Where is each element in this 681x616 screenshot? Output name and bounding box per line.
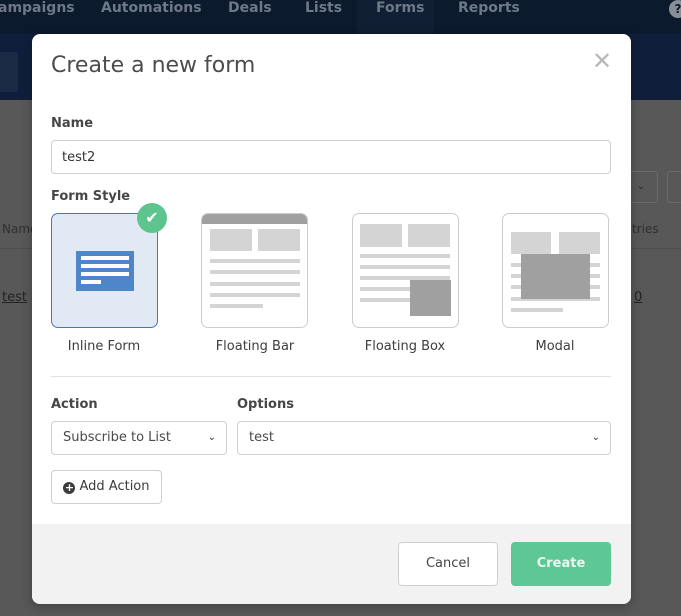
top-nav: ampaigns Automations Deals Lists Forms R… (0, 0, 681, 34)
plus-circle-icon: + (63, 481, 76, 494)
section-divider (51, 376, 611, 377)
options-select-value: test (249, 430, 274, 445)
column-header-entries: tries (632, 222, 659, 236)
create-button[interactable]: Create (511, 542, 611, 586)
action-label: Action (51, 397, 98, 412)
table-row-entries-link: 0 (634, 290, 643, 305)
name-input[interactable] (51, 140, 611, 174)
style-card-inline-form[interactable] (51, 213, 158, 328)
modal-title: Create a new form (51, 53, 256, 78)
chevron-down-icon: ⌄ (636, 181, 646, 192)
nav-item-deals[interactable]: Deals (228, 0, 272, 34)
nav-item-campaigns[interactable]: ampaigns (0, 0, 75, 34)
style-label-floating-box: Floating Box (364, 339, 446, 354)
action-select-value: Subscribe to List (63, 430, 171, 445)
nav-item-automations[interactable]: Automations (101, 0, 202, 34)
nav-item-reports[interactable]: Reports (458, 0, 520, 34)
background-button (0, 52, 18, 92)
create-form-modal: Create a new form ✕ Name Form Style ✔ In… (32, 34, 631, 604)
nav-item-forms[interactable]: Forms (357, 0, 434, 34)
close-icon[interactable]: ✕ (591, 49, 613, 73)
chevron-down-icon: ⌄ (591, 432, 600, 443)
nav-item-lists[interactable]: Lists (305, 0, 342, 34)
add-action-button[interactable]: + Add Action (51, 470, 162, 504)
add-action-label: Add Action (79, 479, 150, 494)
cancel-button[interactable]: Cancel (398, 542, 498, 586)
style-card-floating-box[interactable] (352, 213, 459, 328)
style-label-modal: Modal (535, 339, 575, 354)
style-card-modal[interactable] (502, 213, 609, 328)
action-select[interactable]: Subscribe to List ⌄ (51, 421, 227, 455)
options-select[interactable]: test ⌄ (237, 421, 611, 455)
form-style-label: Form Style (51, 189, 131, 204)
name-label: Name (51, 116, 94, 131)
chevron-down-icon: ⌄ (207, 432, 216, 443)
selected-check-icon: ✔ (137, 203, 167, 233)
style-label-inline-form: Inline Form (67, 339, 141, 354)
modal-footer: Cancel Create (32, 524, 631, 604)
help-icon[interactable]: ? (669, 0, 681, 18)
options-label: Options (237, 397, 294, 412)
table-row-name-link: test (2, 290, 27, 305)
background-select-2 (667, 171, 681, 203)
style-card-floating-bar[interactable] (201, 213, 308, 328)
style-label-floating-bar: Floating Bar (215, 339, 295, 354)
